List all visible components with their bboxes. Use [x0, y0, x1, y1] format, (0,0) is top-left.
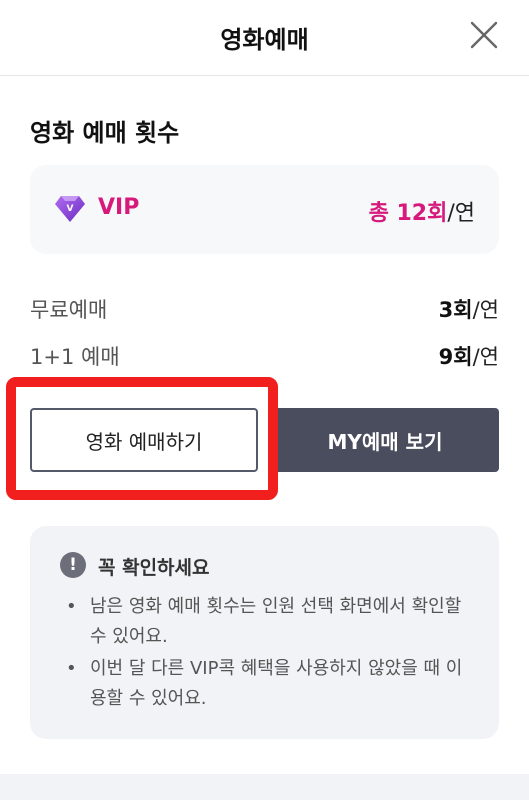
free-booking-label: 무료예매	[30, 298, 108, 322]
free-booking-count: 3회/연	[438, 298, 499, 322]
vip-total-unit: /연	[447, 201, 475, 226]
exclamation-icon: !	[60, 552, 86, 578]
section-title: 영화 예매 횟수	[30, 119, 180, 147]
vip-label: VIP	[98, 195, 140, 220]
notice-item: • 이번 달 다른 VIP콕 혜택을 사용하지 않았을 때 이용할 수 있어요.	[66, 654, 476, 714]
my-bookings-button[interactable]: MY예매 보기	[271, 408, 499, 472]
close-button[interactable]	[469, 20, 499, 50]
header-bar: 영화예매	[0, 0, 529, 76]
vip-gem-icon: V	[54, 195, 86, 223]
one-plus-one-label: 1+1 예매	[30, 345, 120, 369]
free-booking-row: 무료예매 3회/연	[30, 294, 499, 324]
vip-total-value: 총 12회	[368, 201, 448, 226]
vip-card: V VIP 총 12회/연	[30, 165, 499, 254]
footer-strip	[0, 774, 529, 800]
bullet-dot-icon: •	[66, 658, 77, 679]
svg-text:V: V	[67, 204, 74, 214]
bullet-dot-icon: •	[66, 596, 77, 617]
close-icon	[470, 21, 498, 49]
notice-box: ! 꼭 확인하세요 • 남은 영화 예매 횟수는 인원 선택 화면에서 확인할 …	[30, 526, 499, 739]
page-title: 영화예매	[220, 26, 309, 54]
notice-item: • 남은 영화 예매 횟수는 인원 선택 화면에서 확인할 수 있어요.	[66, 592, 476, 652]
one-plus-one-count: 9회/연	[438, 345, 499, 369]
one-plus-one-row: 1+1 예매 9회/연	[30, 341, 499, 371]
highlight-annotation-box	[6, 377, 278, 500]
notice-title: 꼭 확인하세요	[98, 557, 210, 579]
vip-total-count: 총 12회/연	[369, 195, 475, 227]
